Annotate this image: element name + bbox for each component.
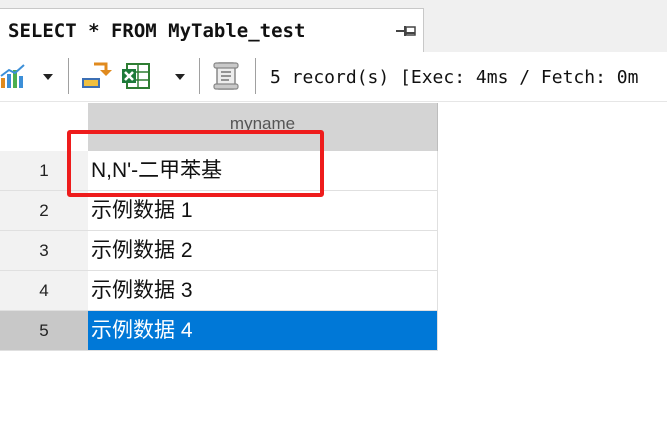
row-number[interactable]: 5 xyxy=(0,311,88,351)
table-row[interactable]: 4 示例数据 3 xyxy=(0,271,438,311)
table-row[interactable]: 2 示例数据 1 xyxy=(0,191,438,231)
chart-icon[interactable] xyxy=(0,62,28,90)
tab-title: SELECT * FROM MyTable_test xyxy=(8,20,306,42)
pin-icon[interactable] xyxy=(394,22,418,40)
toolbar-separator xyxy=(255,58,256,94)
tab-query[interactable]: SELECT * FROM MyTable_test xyxy=(0,8,424,52)
table-row[interactable]: 3 示例数据 2 xyxy=(0,231,438,271)
cell-myname-selected[interactable]: 示例数据 4 xyxy=(88,311,438,351)
tab-strip: SELECT * FROM MyTable_test xyxy=(0,0,667,52)
row-number[interactable]: 4 xyxy=(0,271,88,311)
cell-myname[interactable]: 示例数据 3 xyxy=(88,271,438,311)
sql-result-window: SELECT * FROM MyTable_test 5 record(s) [… xyxy=(0,0,667,442)
table-row-selected[interactable]: 5 示例数据 4 xyxy=(0,311,438,351)
cell-myname[interactable]: 示例数据 1 xyxy=(88,191,438,231)
chevron-down-icon[interactable] xyxy=(43,74,53,80)
toolbar-separator xyxy=(68,58,69,94)
highlight-annotation xyxy=(67,130,324,197)
script-icon[interactable] xyxy=(211,60,241,92)
status-text: 5 record(s) [Exec: 4ms / Fetch: 0m xyxy=(270,67,639,88)
import-icon[interactable] xyxy=(80,60,112,92)
result-toolbar: 5 record(s) [Exec: 4ms / Fetch: 0m xyxy=(0,52,667,102)
row-number[interactable]: 3 xyxy=(0,231,88,271)
chevron-down-icon[interactable] xyxy=(175,74,185,80)
toolbar-separator xyxy=(199,58,200,94)
cell-myname[interactable]: 示例数据 2 xyxy=(88,231,438,271)
row-number[interactable]: 2 xyxy=(0,191,88,231)
excel-export-icon[interactable] xyxy=(121,60,153,92)
